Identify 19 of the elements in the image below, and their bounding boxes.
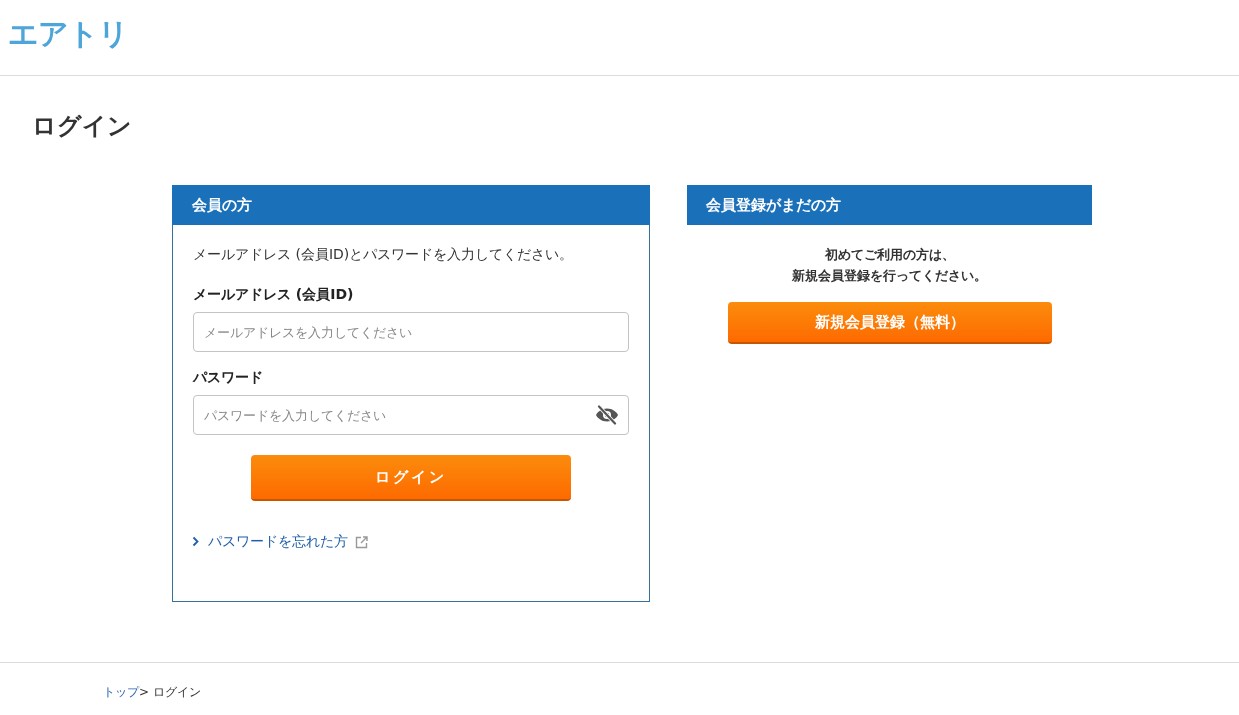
logo[interactable]: エアトリ: [8, 16, 128, 51]
signup-message: 初めてご利用の方は、 新規会員登録を行ってください。: [792, 246, 987, 285]
instruction-text: メールアドレス (会員ID)とパスワードを入力してください。: [193, 245, 574, 264]
field-label: パスワード: [193, 368, 263, 387]
field-label: メールアドレス (会員ID): [193, 285, 354, 304]
breadcrumb-separator: >: [139, 684, 150, 701]
email-field[interactable]: メールアドレスを入力してください: [193, 312, 629, 352]
eye-slash-icon[interactable]: [595, 405, 619, 425]
forgot-password-link[interactable]: パスワードを忘れた方: [192, 531, 368, 551]
breadcrumb-link[interactable]: トップ: [103, 683, 139, 701]
breadcrumb-current: ログイン: [153, 684, 202, 701]
signup-button[interactable]: 新規会員登録（無料）: [727, 302, 1052, 344]
panel-heading: 会員の方: [172, 185, 650, 225]
page-title: ログイン: [32, 111, 132, 142]
password-field[interactable]: パスワードを入力してください: [193, 395, 629, 435]
external-link-icon: [355, 536, 368, 549]
login-button[interactable]: ログイン: [251, 455, 571, 501]
chevron-right-icon: [192, 535, 199, 547]
panel-heading: 会員登録がまだの方: [687, 185, 1092, 225]
